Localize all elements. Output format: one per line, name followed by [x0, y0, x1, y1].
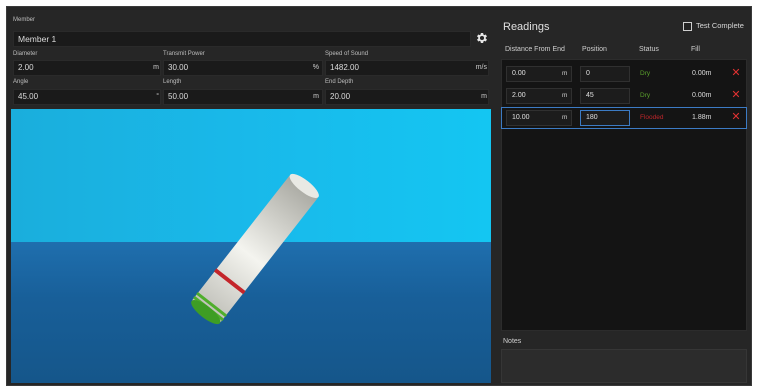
- pipe-model: [191, 173, 319, 325]
- status-text: Flooded: [640, 114, 664, 121]
- column-header-position: Position: [582, 46, 607, 53]
- test-complete-checkbox[interactable]: [683, 22, 692, 31]
- member-field[interactable]: Member 1: [13, 31, 471, 47]
- close-icon: ✕: [731, 67, 741, 79]
- distance-unit: m: [562, 114, 568, 121]
- notes-label: Notes: [503, 338, 522, 345]
- readings-panel: Readings Test Complete Distance From End…: [499, 11, 749, 383]
- readings-title: Readings: [503, 21, 550, 33]
- angle-field[interactable]: 45.00: [13, 89, 161, 105]
- position-field[interactable]: 180: [580, 110, 630, 126]
- fill-value: 0.00m: [692, 70, 712, 77]
- column-header-distance: Distance From End: [505, 46, 565, 53]
- 3d-viewport[interactable]: [11, 109, 491, 383]
- delete-row-button[interactable]: ✕: [728, 110, 744, 126]
- table-row[interactable]: 0.00 m 0 Dry 0.00m ✕: [502, 64, 746, 84]
- close-icon: ✕: [731, 111, 741, 123]
- length-field[interactable]: 50.00: [163, 89, 323, 105]
- fill-value: 1.88m: [692, 114, 712, 121]
- status-text: Dry: [640, 70, 651, 77]
- diameter-field[interactable]: 2.00: [13, 60, 161, 76]
- fill-value: 0.00m: [692, 92, 712, 99]
- diameter-unit: m: [153, 64, 159, 71]
- close-icon: ✕: [731, 89, 741, 101]
- member-panel: Member Member 1 Diameter 2.00 m Transmit…: [11, 11, 491, 383]
- angle-label: Angle: [13, 79, 29, 85]
- transmit-power-label: Transmit Power: [163, 51, 205, 57]
- length-label: Length: [163, 79, 182, 85]
- position-field[interactable]: 0: [580, 66, 630, 82]
- gear-icon[interactable]: [475, 31, 489, 45]
- end-depth-label: End Depth: [325, 79, 354, 85]
- readings-table: 0.00 m 0 Dry 0.00m ✕ 2.00 m 45 Dry 0.00m…: [501, 59, 747, 331]
- test-complete-label: Test Complete: [696, 21, 744, 30]
- column-header-status: Status: [639, 46, 659, 53]
- transmit-power-unit: %: [312, 64, 319, 71]
- table-row[interactable]: 2.00 m 45 Dry 0.00m ✕: [502, 86, 746, 106]
- position-field[interactable]: 45: [580, 88, 630, 104]
- speed-of-sound-unit: m/s: [475, 64, 487, 71]
- member-label: Member: [13, 17, 36, 23]
- delete-row-button[interactable]: ✕: [728, 88, 744, 104]
- angle-unit: °: [156, 93, 159, 100]
- notes-textarea[interactable]: [501, 349, 747, 383]
- length-unit: m: [313, 93, 319, 100]
- end-depth-unit: m: [481, 93, 487, 100]
- speed-of-sound-label: Speed of Sound: [325, 51, 369, 57]
- distance-unit: m: [562, 92, 568, 99]
- delete-row-button[interactable]: ✕: [728, 66, 744, 82]
- app-window: Member Member 1 Diameter 2.00 m Transmit…: [6, 6, 752, 386]
- diameter-label: Diameter: [13, 51, 38, 57]
- transmit-power-field[interactable]: 30.00: [163, 60, 323, 76]
- status-text: Dry: [640, 92, 651, 99]
- distance-unit: m: [562, 70, 568, 77]
- table-row[interactable]: 10.00 m 180 Flooded 1.88m ✕: [501, 107, 747, 129]
- column-header-fill: Fill: [691, 46, 700, 53]
